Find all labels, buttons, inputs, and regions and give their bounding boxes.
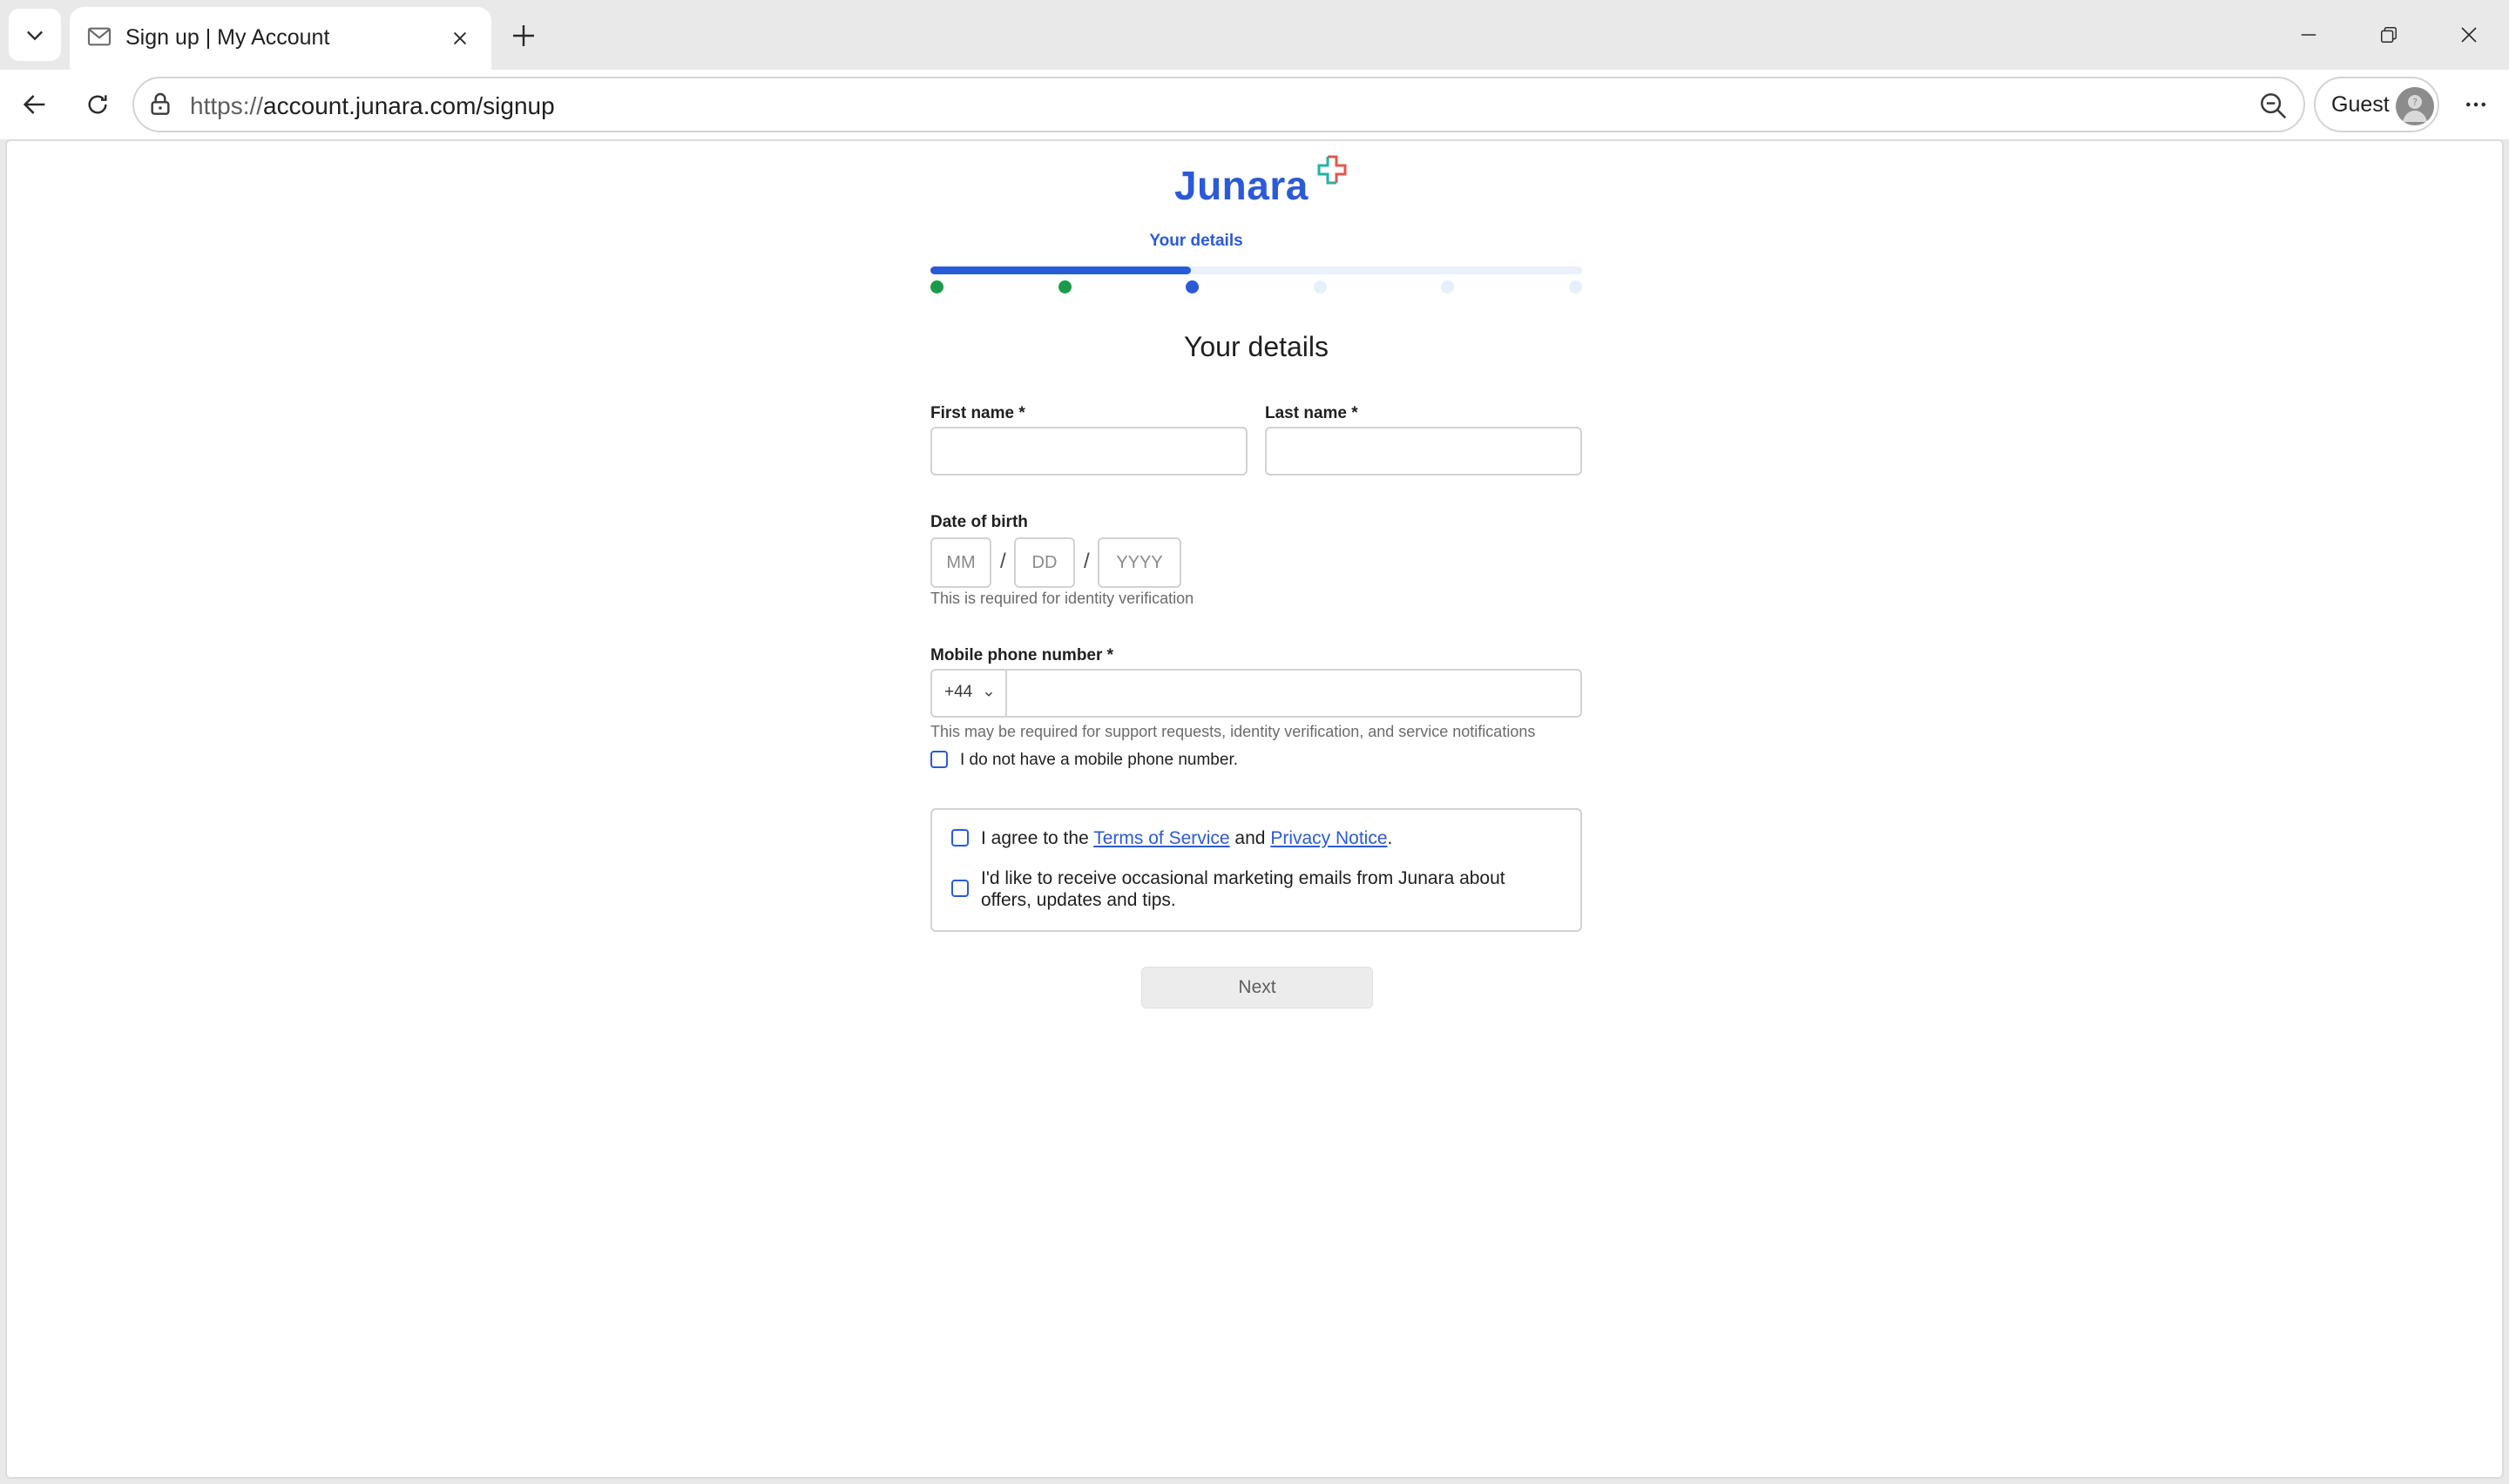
back-button[interactable]	[9, 78, 61, 131]
profile-label: Guest	[2331, 92, 2390, 117]
close-icon	[2461, 27, 2477, 43]
svg-text:?: ?	[2412, 97, 2418, 108]
step-dot-6	[1569, 280, 1582, 293]
logo-text: Junara	[1174, 163, 1309, 208]
progress-fill	[930, 266, 1192, 274]
dob-day-input[interactable]: DD	[1014, 537, 1075, 588]
terms-checkbox[interactable]	[951, 829, 969, 847]
browser-toolbar: https://account.junara.com/signup Guest …	[0, 70, 2509, 139]
dob-day-placeholder: DD	[1031, 552, 1058, 572]
marketing-line-1: I'd like to receive occasional marketing…	[981, 868, 1505, 888]
junara-logo: Junara	[1174, 155, 1366, 211]
person-icon: ?	[2403, 95, 2427, 122]
dob-separator: /	[1084, 550, 1090, 573]
dob-month-input[interactable]: MM	[930, 537, 991, 588]
progress-bar	[930, 266, 1582, 274]
tab-title: Sign up | My Account	[125, 25, 330, 50]
page-title: Your details	[1183, 331, 1329, 362]
terms-suffix: .	[1387, 828, 1393, 848]
no-phone-label: I do not have a mobile phone number.	[960, 751, 1239, 769]
plus-icon	[513, 25, 534, 46]
marketing-line-2: offers, updates and tips.	[981, 890, 1176, 910]
consent-box: I agree to the Terms of Service and Priv…	[930, 808, 1582, 932]
terms-prefix: I agree to the	[981, 828, 1094, 848]
zoom-out-icon[interactable]	[2256, 89, 2289, 122]
step-dot-1	[930, 280, 943, 293]
restore-button[interactable]	[2361, 12, 2417, 57]
avatar: ?	[2396, 87, 2434, 125]
dob-label: Date of birth	[930, 513, 1028, 531]
dob-month-placeholder: MM	[946, 552, 976, 572]
no-phone-checkbox[interactable]	[930, 751, 948, 768]
more-horizontal-icon	[2466, 102, 2485, 107]
dob-year-input[interactable]: YYYY	[1098, 537, 1181, 588]
browser-menu-button[interactable]	[2450, 78, 2502, 131]
cross-logo-icon	[1317, 155, 1347, 185]
dob-hint: This is required for identity verificati…	[930, 590, 1194, 607]
step-label: Your details	[1149, 232, 1243, 250]
chevron-down-icon	[985, 691, 992, 697]
next-button[interactable]: Next	[1141, 967, 1373, 1008]
mail-icon	[87, 27, 112, 46]
marketing-checkbox[interactable]	[951, 880, 969, 897]
terms-text: I agree to the Terms of Service and Priv…	[981, 827, 1392, 849]
reload-button[interactable]	[71, 78, 124, 131]
dob-separator: /	[1000, 550, 1006, 573]
phone-input[interactable]: +44	[930, 669, 1582, 718]
step-dot-4	[1313, 280, 1327, 293]
country-code-value: +44	[944, 683, 973, 701]
step-dot-3	[1186, 280, 1200, 293]
phone-label: Mobile phone number *	[930, 646, 1114, 664]
marketing-text: I'd like to receive occasional marketing…	[981, 867, 1573, 911]
url-protocol: https://	[190, 92, 264, 119]
active-tab[interactable]: Sign up | My Account	[70, 7, 491, 70]
url-text: https://account.junara.com/signup	[190, 92, 555, 120]
lock-icon	[151, 92, 170, 115]
terms-of-service-link[interactable]: Terms of Service	[1093, 828, 1229, 848]
arrow-left-icon	[23, 95, 45, 114]
close-icon	[453, 31, 467, 45]
terms-and: and	[1229, 828, 1271, 848]
tab-list-button[interactable]	[9, 9, 61, 61]
restore-icon	[2381, 27, 2397, 43]
address-bar[interactable]: https://account.junara.com/signup	[132, 77, 2305, 132]
first-name-label: First name *	[930, 404, 1025, 422]
last-name-label: Last name *	[1265, 404, 1358, 422]
phone-hint: This may be required for support request…	[930, 723, 1536, 740]
page-viewport: Junara Your details Your details First n…	[5, 139, 2504, 1479]
step-dot-5	[1441, 280, 1455, 293]
reload-icon	[88, 95, 107, 114]
profile-button[interactable]: Guest ?	[2314, 77, 2439, 132]
tab-close-button[interactable]	[444, 23, 476, 54]
dob-year-placeholder: YYYY	[1116, 552, 1163, 572]
first-name-input[interactable]	[930, 427, 1248, 476]
tab-strip: Sign up | My Account	[0, 0, 2509, 70]
step-dot-2	[1058, 280, 1072, 293]
url-host-path: account.junara.com/signup	[263, 92, 555, 119]
last-name-input[interactable]	[1265, 427, 1582, 476]
chevron-down-icon	[27, 30, 43, 41]
privacy-notice-link[interactable]: Privacy Notice	[1270, 828, 1387, 848]
country-code-select[interactable]: +44	[932, 671, 1007, 716]
new-tab-button[interactable]	[504, 16, 544, 56]
minimize-icon	[2301, 34, 2316, 36]
minimize-button[interactable]	[2281, 12, 2337, 57]
close-window-button[interactable]	[2441, 12, 2497, 57]
